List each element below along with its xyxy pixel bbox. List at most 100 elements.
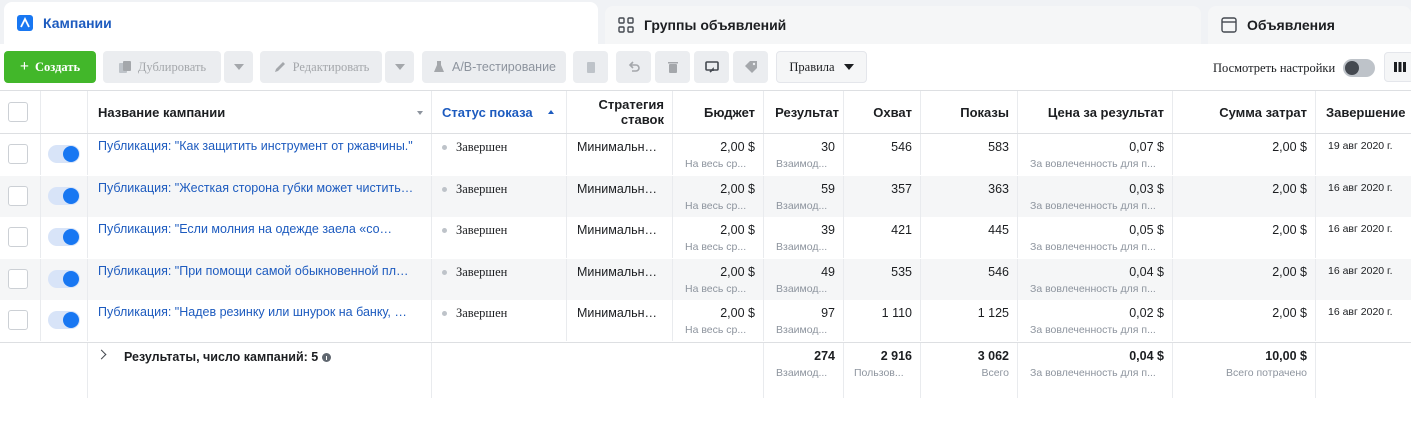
bid-strategy: Минимальн… bbox=[577, 181, 658, 196]
status-dot-icon bbox=[442, 186, 447, 192]
duplicate-button[interactable]: Дублировать bbox=[103, 51, 221, 83]
row-checkbox[interactable] bbox=[8, 227, 28, 247]
col-results[interactable]: Результат bbox=[764, 91, 844, 133]
columns-icon bbox=[1394, 62, 1406, 72]
campaign-toggle[interactable] bbox=[48, 311, 80, 329]
export-button[interactable] bbox=[694, 51, 729, 83]
tab-label: Группы объявлений bbox=[644, 17, 787, 33]
grid-icon bbox=[617, 16, 635, 34]
info-icon[interactable] bbox=[322, 352, 332, 362]
ad-window-icon bbox=[1220, 16, 1238, 34]
table-row[interactable]: Публикация: "Как защитить инструмент от … bbox=[0, 134, 1411, 175]
status-text: Завершен bbox=[456, 223, 508, 237]
select-all-cell bbox=[0, 91, 41, 133]
tab-label: Кампании bbox=[43, 15, 112, 31]
campaign-toggle[interactable] bbox=[48, 186, 80, 205]
cost-value: 0,07 $ bbox=[1129, 140, 1164, 154]
col-cost-per-result[interactable]: Цена за результат bbox=[1018, 91, 1173, 133]
col-bid-strategy[interactable]: Стратегия ставок bbox=[567, 91, 673, 133]
col-impressions[interactable]: Показы bbox=[921, 91, 1018, 133]
reach-value: 535 bbox=[891, 264, 912, 279]
reach-value: 357 bbox=[891, 181, 912, 196]
budget-value: 2,00 $ bbox=[720, 264, 755, 279]
cost-value: 0,04 $ bbox=[1129, 264, 1164, 279]
ab-test-button[interactable]: A/B-тестирование bbox=[422, 51, 566, 83]
chevron-down-icon bbox=[843, 64, 854, 70]
edit-dropdown-button[interactable] bbox=[385, 51, 414, 83]
col-budget[interactable]: Бюджет bbox=[673, 91, 764, 133]
table-row[interactable]: Публикация: "Если молния на одежде заела… bbox=[0, 217, 1411, 258]
pencil-icon bbox=[274, 62, 285, 72]
col-reach[interactable]: Охват bbox=[844, 91, 921, 133]
cost-value: 0,02 $ bbox=[1129, 306, 1164, 320]
col-status[interactable]: Статус показа bbox=[432, 91, 567, 133]
toggle-header-cell bbox=[41, 91, 88, 133]
trash-icon bbox=[667, 62, 678, 73]
campaign-toggle[interactable] bbox=[48, 145, 80, 163]
row-checkbox[interactable] bbox=[8, 310, 28, 330]
col-amount-spent[interactable]: Сумма затрат bbox=[1173, 91, 1316, 133]
campaign-toggle[interactable] bbox=[48, 228, 80, 246]
total-cost: 0,04 $ bbox=[1129, 349, 1164, 363]
status-text: Завершен bbox=[456, 181, 508, 196]
tag-button[interactable] bbox=[733, 51, 768, 83]
duplicate-dropdown-button[interactable] bbox=[224, 51, 253, 83]
reach-value: 421 bbox=[891, 223, 912, 237]
export-icon bbox=[704, 61, 719, 73]
row-checkbox[interactable] bbox=[8, 185, 28, 206]
select-all-checkbox[interactable] bbox=[8, 102, 28, 122]
tab-campaigns[interactable]: Кампании bbox=[4, 2, 598, 44]
end-date: 16 авг 2020 г. bbox=[1328, 181, 1393, 194]
status-text: Завершен bbox=[456, 140, 508, 154]
end-date: 16 авг 2020 г. bbox=[1328, 264, 1393, 277]
status-dot-icon bbox=[442, 269, 447, 275]
cost-value: 0,05 $ bbox=[1129, 223, 1164, 237]
results-value: 97 bbox=[821, 306, 835, 320]
col-campaign-name[interactable]: Название кампании bbox=[88, 91, 432, 133]
chevron-right-icon[interactable] bbox=[96, 349, 107, 360]
totals-label: Результаты, число кампаний: 5 bbox=[124, 350, 332, 364]
reach-value: 546 bbox=[891, 140, 912, 154]
table-row[interactable]: Публикация: "Жесткая сторона губки может… bbox=[0, 175, 1411, 217]
bid-strategy: Минимальн… bbox=[577, 140, 658, 154]
rules-dropdown-button[interactable]: Правила bbox=[776, 51, 867, 83]
campaigns-table: Название кампании Статус показа Стратеги… bbox=[0, 90, 1411, 398]
create-button[interactable]: + Создать bbox=[4, 51, 96, 83]
col-end[interactable]: Завершение bbox=[1316, 91, 1411, 133]
table-row[interactable]: Публикация: "При помощи самой обыкновенн… bbox=[0, 258, 1411, 300]
total-spent: 10,00 $ bbox=[1265, 349, 1307, 363]
view-settings-toggle[interactable] bbox=[1343, 59, 1375, 77]
campaign-name-link[interactable]: Публикация: "Жесткая сторона губки может… bbox=[98, 181, 416, 195]
end-date: 19 авг 2020 г. bbox=[1328, 140, 1393, 152]
undo-button[interactable] bbox=[616, 51, 651, 83]
tab-ads[interactable]: Объявления bbox=[1208, 6, 1411, 44]
row-checkbox[interactable] bbox=[8, 144, 28, 164]
budget-value: 2,00 $ bbox=[720, 306, 755, 320]
campaign-flag-icon bbox=[16, 14, 34, 32]
results-value: 59 bbox=[821, 181, 835, 196]
row-checkbox[interactable] bbox=[8, 268, 28, 289]
table-row[interactable]: Публикация: "Надев резинку или шнурок на… bbox=[0, 300, 1411, 341]
columns-button[interactable] bbox=[1384, 52, 1411, 82]
budget-value: 2,00 $ bbox=[720, 223, 755, 237]
campaign-name-link[interactable]: Публикация: "При помощи самой обыкновенн… bbox=[98, 264, 416, 278]
results-value: 30 bbox=[821, 140, 835, 154]
sort-ascending-icon bbox=[548, 110, 554, 114]
campaign-name-link[interactable]: Публикация: "Если молния на одежде заела… bbox=[98, 222, 416, 236]
delete-button[interactable] bbox=[655, 51, 690, 83]
campaign-toggle[interactable] bbox=[48, 269, 80, 288]
plus-icon: + bbox=[19, 58, 30, 75]
tab-ad-groups[interactable]: Группы объявлений bbox=[605, 6, 1201, 44]
table-header: Название кампании Статус показа Стратеги… bbox=[0, 90, 1411, 134]
chevron-down-icon bbox=[233, 64, 244, 70]
status-dot-icon bbox=[442, 311, 447, 316]
campaign-name-link[interactable]: Публикация: "Надев резинку или шнурок на… bbox=[98, 305, 416, 319]
impressions-value: 546 bbox=[988, 264, 1009, 279]
campaign-name-link[interactable]: Публикация: "Как защитить инструмент от … bbox=[98, 139, 416, 153]
tab-label: Объявления bbox=[1247, 17, 1335, 33]
bid-strategy: Минимальн… bbox=[577, 223, 658, 237]
edit-button[interactable]: Редактировать bbox=[260, 51, 382, 83]
sort-caret-icon bbox=[417, 111, 423, 115]
spent-value: 2,00 $ bbox=[1272, 223, 1307, 237]
archive-button[interactable] bbox=[573, 51, 608, 83]
